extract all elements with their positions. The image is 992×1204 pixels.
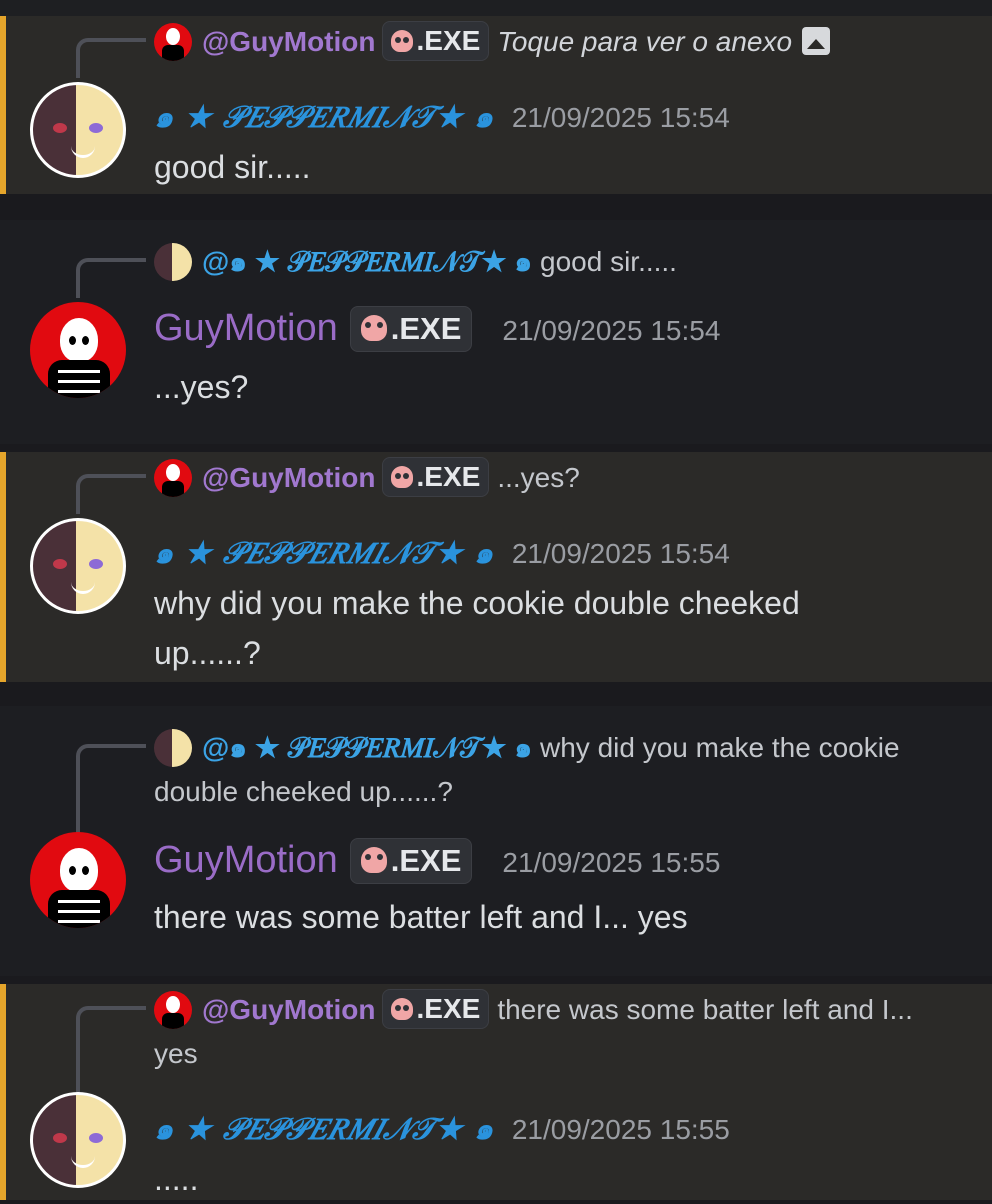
reply-preview[interactable]: @GuyMotion .EXE Toque para ver o anexo — [154, 20, 956, 64]
author-name[interactable]: ๑ ★ 𝒫𝐸𝒫𝒫𝐸𝑅𝑀𝐼𝒩𝒯★ ๑ — [154, 100, 493, 135]
reply-preview[interactable]: @GuyMotion .EXE there was some batter left… — [154, 988, 956, 1076]
skull-icon — [390, 998, 413, 1020]
reply-mention[interactable]: @๑ ★ 𝒫𝐸𝒫𝒫𝐸𝑅𝑀𝐼𝒩𝒯★ ๑ — [202, 246, 532, 277]
reply-text: good sir..... — [540, 246, 677, 277]
reply-avatar — [154, 991, 192, 1029]
reply-preview[interactable]: @๑ ★ 𝒫𝐸𝒫𝒫𝐸𝑅𝑀𝐼𝒩𝒯★ ๑ good sir..... — [154, 240, 956, 284]
reply-mention[interactable]: @GuyMotion — [202, 26, 376, 57]
avatar[interactable] — [30, 82, 126, 178]
reply-avatar — [154, 243, 192, 281]
avatar[interactable] — [30, 302, 126, 398]
reply-text: ...yes? — [497, 462, 580, 493]
message-text: ..... — [154, 1161, 199, 1197]
message-header: ๑ ★ 𝒫𝐸𝒫𝒫𝐸𝑅𝑀𝐼𝒩𝒯★ ๑ 21/09/2025 15:55 — [154, 1106, 972, 1153]
author-name[interactable]: ๑ ★ 𝒫𝐸𝒫𝒫𝐸𝑅𝑀𝐼𝒩𝒯★ ๑ — [154, 1112, 493, 1147]
top-strip — [0, 0, 992, 16]
timestamp: 21/09/2025 15:55 — [511, 1114, 730, 1145]
reply-spine — [76, 1006, 146, 1102]
exe-tag: .EXE — [381, 457, 490, 497]
exe-tag: .EXE — [349, 306, 473, 352]
author-name[interactable]: GuyMotion — [154, 307, 338, 349]
avatar[interactable] — [30, 832, 126, 928]
reply-preview[interactable]: @GuyMotion .EXE ...yes? — [154, 456, 956, 500]
reply-avatar — [154, 459, 192, 497]
message-item[interactable]: @GuyMotion .EXE ...yes? ๑ ★ 𝒫𝐸𝒫𝒫𝐸𝑅𝑀𝐼𝒩𝒯★ ๑ … — [0, 452, 992, 682]
message-text: good sir..... — [154, 149, 311, 185]
message-text: why did you make the cookie double cheek… — [154, 585, 800, 671]
message-header: GuyMotion .EXE 21/09/2025 15:55 — [154, 838, 972, 884]
reply-preview[interactable]: @๑ ★ 𝒫𝐸𝒫𝒫𝐸𝑅𝑀𝐼𝒩𝒯★ ๑ why did you make the … — [154, 726, 956, 814]
avatar[interactable] — [30, 518, 126, 614]
timestamp: 21/09/2025 15:54 — [511, 538, 730, 569]
exe-tag: .EXE — [381, 989, 490, 1029]
reply-mention[interactable]: @๑ ★ 𝒫𝐸𝒫𝒫𝐸𝑅𝑀𝐼𝒩𝒯★ ๑ — [202, 732, 532, 763]
message-item[interactable]: @๑ ★ 𝒫𝐸𝒫𝒫𝐸𝑅𝑀𝐼𝒩𝒯★ ๑ why did you make the … — [0, 706, 992, 976]
message-header: ๑ ★ 𝒫𝐸𝒫𝒫𝐸𝑅𝑀𝐼𝒩𝒯★ ๑ 21/09/2025 15:54 — [154, 530, 972, 577]
avatar[interactable] — [30, 1092, 126, 1188]
skull-icon — [390, 466, 413, 488]
reply-spine — [76, 258, 146, 298]
reply-spine — [76, 38, 146, 78]
skull-icon — [360, 847, 387, 873]
message-item[interactable]: @GuyMotion .EXE Toque para ver o anexo ๑ ★… — [0, 16, 992, 194]
reply-mention[interactable]: @GuyMotion — [202, 462, 376, 493]
message-text: ...yes? — [154, 369, 249, 405]
reply-spine — [76, 474, 146, 514]
exe-tag: .EXE — [381, 21, 490, 61]
image-icon — [802, 27, 831, 55]
reply-avatar — [154, 729, 192, 767]
timestamp: 21/09/2025 15:54 — [511, 102, 730, 133]
reply-avatar — [154, 23, 192, 61]
message-header: GuyMotion .EXE 21/09/2025 15:54 — [154, 306, 972, 352]
message-text: there was some batter left and I... yes — [154, 899, 688, 935]
author-name[interactable]: GuyMotion — [154, 839, 338, 881]
author-name[interactable]: ๑ ★ 𝒫𝐸𝒫𝒫𝐸𝑅𝑀𝐼𝒩𝒯★ ๑ — [154, 536, 493, 571]
skull-icon — [390, 30, 413, 52]
timestamp: 21/09/2025 15:55 — [502, 847, 721, 878]
message-header: ๑ ★ 𝒫𝐸𝒫𝒫𝐸𝑅𝑀𝐼𝒩𝒯★ ๑ 21/09/2025 15:54 — [154, 94, 972, 141]
exe-tag: .EXE — [349, 838, 473, 884]
message-item[interactable]: @GuyMotion .EXE there was some batter left… — [0, 984, 992, 1200]
skull-icon — [360, 315, 387, 341]
reply-spine — [76, 744, 146, 836]
message-item[interactable]: @๑ ★ 𝒫𝐸𝒫𝒫𝐸𝑅𝑀𝐼𝒩𝒯★ ๑ good sir..... GuyMoti… — [0, 220, 992, 444]
reply-text: Toque para ver o anexo — [497, 26, 793, 57]
reply-mention[interactable]: @GuyMotion — [202, 994, 376, 1025]
timestamp: 21/09/2025 15:54 — [502, 315, 721, 346]
